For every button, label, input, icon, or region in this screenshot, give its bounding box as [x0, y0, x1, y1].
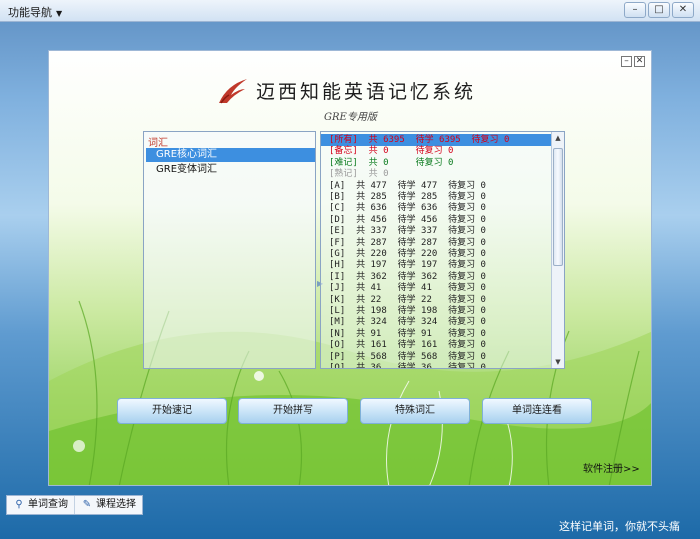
word-group-row[interactable]: [B] 共 285 待学 285 待复习 0 — [321, 191, 552, 203]
word-group-row[interactable]: [O] 共 161 待学 161 待复习 0 — [321, 339, 552, 351]
book-icon: ✎ — [82, 499, 92, 510]
bottom-bar: ⚲ 单词查询 ✎ 课程选择 这样记单词，你就不头痛 — [0, 492, 700, 539]
word-group-row[interactable]: [J] 共 41 待学 41 待复习 0 — [321, 282, 552, 294]
word-group-row[interactable]: [N] 共 91 待学 91 待复习 0 — [321, 328, 552, 340]
scroll-down-icon[interactable]: ▼ — [552, 356, 564, 368]
word-group-row[interactable]: [H] 共 197 待学 197 待复习 0 — [321, 259, 552, 271]
special-words-button[interactable]: 特殊词汇 — [360, 398, 470, 424]
word-group-row[interactable]: [A] 共 477 待学 477 待复习 0 — [321, 180, 552, 192]
word-group-row[interactable]: [Q] 共 36 待学 36 待复习 0 — [321, 362, 552, 368]
scroll-up-icon[interactable]: ▲ — [552, 132, 564, 144]
search-icon: ⚲ — [15, 499, 23, 510]
word-group-row[interactable]: [C] 共 636 待学 636 待复习 0 — [321, 202, 552, 214]
chevron-down-icon: ▼ — [56, 9, 63, 18]
bottom-tabs: ⚲ 单词查询 ✎ 课程选择 — [6, 495, 143, 515]
close-button[interactable]: ✕ — [672, 2, 694, 18]
function-nav-menu[interactable]: 功能导航 ▼ — [8, 4, 62, 20]
word-group-row[interactable]: [E] 共 337 待学 337 待复习 0 — [321, 225, 552, 237]
list-item-gre-variant[interactable]: GRE变体词汇 — [146, 163, 315, 177]
tab-course-select[interactable]: ✎ 课程选择 — [74, 496, 142, 514]
app-title: 迈西知能英语记忆系统 — [256, 81, 477, 103]
register-link[interactable]: 软件注册>> — [583, 460, 640, 475]
word-group-row[interactable]: [L] 共 198 待学 198 待复习 0 — [321, 305, 552, 317]
tab-word-lookup-label: 单词查询 — [28, 499, 68, 510]
main-panel: – ✕ 迈西知能英语记忆系统 GRE专用版 词汇 GRE核心词汇 GRE变体词汇… — [48, 50, 652, 486]
word-group-row[interactable]: [F] 共 287 待学 287 待复习 0 — [321, 237, 552, 249]
start-memorize-button[interactable]: 开始速记 — [117, 398, 227, 424]
maximize-button[interactable]: □ — [648, 2, 670, 18]
word-group-row[interactable]: [I] 共 362 待学 362 待复习 0 — [321, 271, 552, 283]
panel-minimize-button[interactable]: – — [621, 56, 632, 67]
tab-course-select-label: 课程选择 — [96, 499, 136, 510]
word-group-row[interactable]: [D] 共 456 待学 456 待复习 0 — [321, 214, 552, 226]
title-bar: 功能导航 ▼ – □ ✕ — [0, 0, 700, 22]
list-scrollbar[interactable]: ▲ ▼ — [551, 132, 564, 368]
tab-word-lookup[interactable]: ⚲ 单词查询 — [7, 496, 74, 514]
function-nav-label: 功能导航 — [8, 6, 52, 19]
logo-icon — [219, 79, 247, 104]
app-subtitle: GRE专用版 — [324, 112, 377, 123]
scroll-thumb[interactable] — [553, 148, 563, 266]
word-group-list[interactable]: [所有] 共 6395 待学 6395 待复习 0 [备忘] 共 0 待复习 0[… — [320, 131, 565, 369]
word-group-row[interactable]: [熟记] 共 0 — [321, 168, 552, 180]
word-group-row[interactable]: [M] 共 324 待学 324 待复习 0 — [321, 316, 552, 328]
slogan-text: 这样记单词，你就不头痛 — [559, 520, 680, 533]
word-match-button[interactable]: 单词连连看 — [482, 398, 592, 424]
category-label: 词汇 — [148, 138, 168, 149]
vocab-category-list[interactable]: 词汇 GRE核心词汇 GRE变体词汇 — [143, 131, 316, 369]
word-group-row[interactable]: [备忘] 共 0 待复习 0 — [321, 145, 552, 157]
panel-close-button[interactable]: ✕ — [634, 56, 645, 67]
word-group-row[interactable]: [G] 共 220 待学 220 待复习 0 — [321, 248, 552, 260]
word-group-row[interactable]: [难记] 共 0 待复习 0 — [321, 157, 552, 169]
word-group-row[interactable]: [所有] 共 6395 待学 6395 待复习 0 — [321, 134, 552, 146]
word-group-row[interactable]: [P] 共 568 待学 568 待复习 0 — [321, 351, 552, 363]
list-item-gre-core[interactable]: GRE核心词汇 — [146, 148, 315, 162]
start-spelling-button[interactable]: 开始拼写 — [238, 398, 348, 424]
panel-controls: – ✕ — [621, 56, 645, 67]
word-group-row[interactable]: [K] 共 22 待学 22 待复习 0 — [321, 294, 552, 306]
window-controls: – □ ✕ — [624, 2, 694, 18]
minimize-button[interactable]: – — [624, 2, 646, 18]
